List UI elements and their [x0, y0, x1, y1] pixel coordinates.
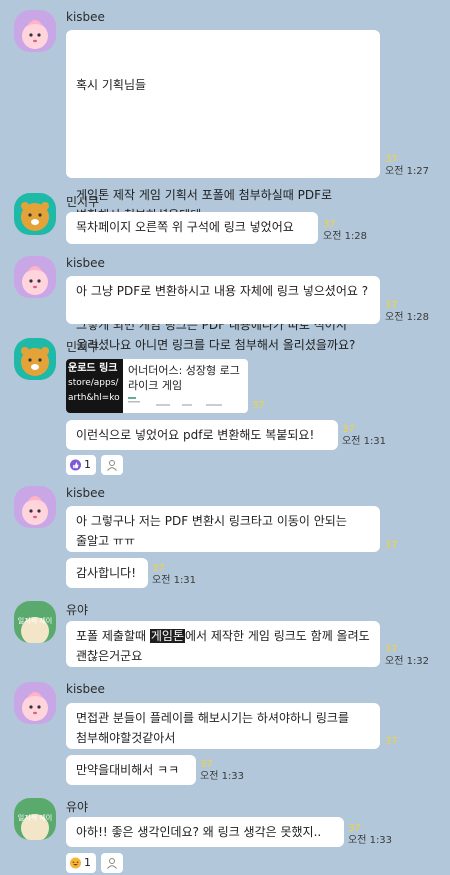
timestamp: 오전 1:28 — [323, 231, 368, 242]
peach-character-icon — [14, 486, 56, 528]
reaction-badge[interactable]: 1 — [66, 455, 96, 475]
message-meta: 37 오전 1:33 — [200, 759, 244, 783]
message-meta: 37 — [385, 736, 398, 748]
message-line: 혹시 기획님들 — [76, 78, 147, 92]
unread-count: 37 — [348, 823, 361, 834]
message-text: 포폴 제출할때 — [76, 629, 150, 643]
message-line — [76, 265, 370, 275]
reaction-badge[interactable]: 1 — [66, 853, 96, 873]
peach-character-icon — [14, 256, 56, 298]
timestamp: 오전 1:33 — [348, 835, 393, 846]
message-meta: 37 — [385, 540, 398, 552]
timestamp: 오전 1:28 — [385, 312, 430, 323]
message-bubble[interactable]: 목차페이지 오른쪽 위 구석에 링크 넣었어요 — [66, 212, 318, 244]
svg-text:일지적 제이: 일지적 제이 — [18, 813, 52, 822]
sender-name: 유야 — [66, 800, 89, 814]
avatar-yuya[interactable]: 일지적 제이 — [14, 601, 56, 643]
avatar-kisbee[interactable] — [14, 486, 56, 528]
unread-count: 37 — [385, 540, 398, 551]
message-meta: 37 오전 1:28 — [385, 300, 429, 324]
avatar-kisbee[interactable] — [14, 256, 56, 298]
unread-count: 37 — [252, 400, 265, 411]
message-meta: 37 오전 1:27 — [385, 154, 429, 178]
message-bubble[interactable]: 만약을대비해서 ㅋㅋ — [66, 755, 196, 785]
highlighted-text: 게임톤 — [149, 629, 185, 643]
avatar-minsiku[interactable] — [14, 338, 56, 380]
peach-character-icon — [14, 10, 56, 52]
timestamp: 오전 1:27 — [385, 166, 430, 177]
message-meta: 37 오전 1:31 — [152, 563, 196, 587]
message-line — [76, 135, 370, 145]
sender-name: 민시쿠 — [66, 340, 100, 354]
message-bubble[interactable]: 면접관 분들이 플레이를 해보시기는 하셔야하니 링크를 첨부해야할것같아서 — [66, 703, 380, 749]
person-icon — [107, 858, 117, 869]
message-bubble[interactable]: 이런식으로 넣었어요 pdf로 변환해도 복붙되요! — [66, 420, 338, 450]
timestamp: 오전 1:33 — [200, 771, 245, 782]
message-bubble[interactable]: 아 그냥 PDF로 변환하시고 내용 자체에 링크 넣으셨어요 ? — [66, 276, 380, 324]
unread-count: 37 — [200, 759, 213, 770]
message-bubble[interactable]: 아 그렇구나 저는 PDF 변환시 링크타고 이동이 안되는 줄알고 ㅠㅠ — [66, 506, 380, 552]
add-reaction-button[interactable] — [101, 853, 123, 873]
link-preview-card[interactable]: 운로드 링크 store/apps/ arth&hl=ko 어너더어스: 성장형… — [66, 359, 248, 413]
avatar-minsiku[interactable] — [14, 193, 56, 235]
thumbnail-text: store/apps/ — [68, 378, 119, 388]
message-meta: 37 오전 1:31 — [342, 424, 386, 448]
reaction-count: 1 — [84, 856, 91, 869]
unread-count: 37 — [152, 563, 165, 574]
message-bubble[interactable]: 혹시 기획님들 게임톤 제작 게임 기획서 포폴에 첨부하실때 PDF로 변환해… — [66, 30, 380, 352]
lion-character-icon — [14, 338, 56, 380]
unread-count: 37 — [385, 154, 398, 165]
sender-name: kisbee — [66, 256, 105, 270]
timestamp: 오전 1:31 — [342, 436, 387, 447]
unread-count: 37 — [342, 424, 355, 435]
thumbnail-text: arth&hl=ko — [68, 393, 120, 403]
message-bubble[interactable]: 포폴 제출할때 게임톤에서 제작한 게임 링크도 함께 올려도 괜찮은거군요 — [66, 621, 380, 667]
link-preview-graphic — [128, 397, 222, 406]
link-title: 어너더어스: 성장형 로그라이크 게임 — [128, 364, 240, 392]
sender-name: kisbee — [66, 682, 105, 696]
thumbnail-text: 운로드 링크 — [68, 363, 118, 374]
message-bubble[interactable]: 아하!! 좋은 생각인데요? 왜 링크 생각은 못했지.. — [66, 817, 344, 847]
message-meta: 37 오전 1:32 — [385, 644, 429, 668]
timestamp: 오전 1:32 — [385, 656, 430, 667]
person-icon — [107, 460, 117, 471]
lion-character-icon — [14, 193, 56, 235]
beanie-character-icon: 일지적 제이 — [14, 601, 56, 643]
timestamp: 오전 1:31 — [152, 575, 197, 586]
avatar-kisbee[interactable] — [14, 10, 56, 52]
unread-count: 37 — [385, 736, 398, 747]
unread-count: 37 — [323, 219, 336, 230]
sender-name: kisbee — [66, 10, 105, 24]
unread-count: 37 — [385, 644, 398, 655]
unread-count: 37 — [385, 300, 398, 311]
reaction-count: 1 — [84, 458, 91, 471]
laughing-face-icon — [70, 857, 81, 869]
beanie-character-icon: 일지적 제이 — [14, 798, 56, 840]
link-thumbnail: 운로드 링크 store/apps/ arth&hl=ko — [66, 359, 123, 413]
message-meta: 37 — [252, 400, 265, 412]
avatar-kisbee[interactable] — [14, 682, 56, 724]
message-meta: 37 오전 1:28 — [323, 219, 367, 243]
peach-character-icon — [14, 682, 56, 724]
avatar-yuya[interactable]: 일지적 제이 — [14, 798, 56, 840]
svg-text:일지적 제이: 일지적 제이 — [18, 616, 52, 625]
message-bubble[interactable]: 감사합니다! — [66, 558, 148, 588]
add-reaction-button[interactable] — [101, 455, 123, 475]
sender-name: 민시쿠 — [66, 195, 100, 209]
message-meta: 37 오전 1:33 — [348, 823, 392, 847]
sender-name: 유야 — [66, 603, 89, 617]
thumbs-up-icon — [70, 459, 81, 471]
sender-name: kisbee — [66, 486, 105, 500]
